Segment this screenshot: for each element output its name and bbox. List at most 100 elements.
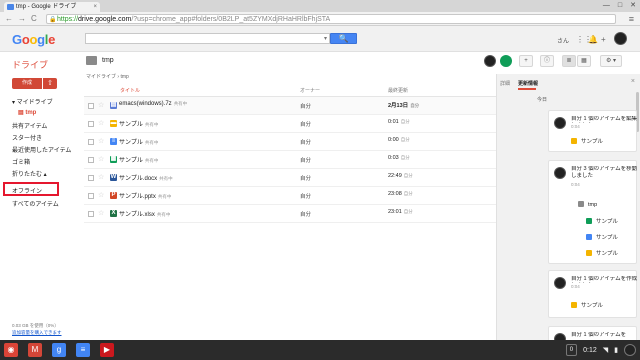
file-name-text[interactable]: サンプル.xlsx (119, 212, 155, 218)
account-avatar[interactable] (624, 344, 636, 356)
activity-item[interactable]: サンプル (571, 137, 603, 145)
activity-folder[interactable]: tmp (578, 201, 597, 208)
file-name[interactable]: emacs(windows).7z 共有中 (119, 101, 187, 107)
user-name[interactable]: さん (557, 36, 569, 45)
back-icon[interactable]: ← (5, 14, 13, 24)
file-name[interactable]: サンプル.xlsx 共有中 (119, 209, 170, 218)
reload-icon[interactable]: C (31, 14, 37, 24)
star-icon[interactable]: ☆ (98, 209, 104, 217)
youtube-app-icon[interactable]: ▶ (100, 343, 114, 357)
current-folder-name[interactable]: tmp (102, 57, 114, 64)
browser-menu-icon[interactable]: ≡ (629, 14, 634, 24)
file-name[interactable]: サンプル.docx 共有中 (119, 173, 173, 182)
star-icon[interactable]: ☆ (98, 173, 104, 181)
column-header-modified[interactable]: 最終更新 (388, 87, 408, 94)
star-icon[interactable]: ☆ (98, 191, 104, 199)
browser-tab[interactable]: tmp - Google ドライブ × (4, 2, 100, 12)
share-button[interactable]: + (519, 55, 533, 67)
sidebar-item-offline[interactable]: オフライン (12, 186, 42, 195)
chrome-app-icon[interactable]: ◉ (4, 343, 18, 357)
list-view-button[interactable]: ≣ (562, 55, 576, 67)
sidebar-item-tmp[interactable]: ▤ tmp (18, 109, 36, 116)
grid-view-button[interactable]: ▦ (577, 55, 591, 67)
tab-details[interactable]: 詳細 (500, 80, 510, 87)
search-options-icon[interactable]: ▾ (324, 35, 327, 42)
table-row[interactable]: ☆ P サンプル.pptx 共有中 自分 23:08 自分 (84, 187, 496, 205)
activity-item[interactable]: サンプル (586, 249, 618, 257)
activity-card[interactable]: 自分 1 個のアイテムを編集しました 0:04 サンプル (548, 110, 637, 152)
star-icon[interactable]: ☆ (98, 137, 104, 145)
file-name-text[interactable]: emacs(windows).7z (119, 101, 172, 107)
activity-item[interactable]: サンプル (586, 233, 618, 241)
sidebar-item-my-drive[interactable]: ▾ マイドライブ (12, 97, 53, 106)
file-name-text[interactable]: サンプル (119, 122, 143, 128)
account-avatar[interactable] (614, 32, 627, 45)
buy-storage-link[interactable]: 追加容量を購入できます (12, 330, 62, 336)
file-name-text[interactable]: サンプル.docx (119, 176, 157, 182)
sidebar-item-trash[interactable]: ゴミ箱 (12, 157, 30, 166)
table-row[interactable]: ☆ ▦ サンプル 共有中 自分 0:03 自分 (84, 151, 496, 169)
table-row[interactable]: ☆ X サンプル.xlsx 共有中 自分 23:01 自分 (84, 205, 496, 223)
row-checkbox[interactable] (88, 139, 94, 145)
system-tray[interactable]: 0 0:12 ◥ ▮ (565, 343, 636, 357)
table-row[interactable]: ☆ ≡ サンプル 共有中 自分 0:00 自分 (84, 133, 496, 151)
share-plus-icon[interactable]: + (601, 35, 606, 44)
row-checkbox[interactable] (88, 157, 94, 163)
info-button[interactable]: ⓘ (540, 55, 554, 67)
modified-by: 自分 (403, 209, 413, 214)
drive-search-input[interactable]: ▾ (85, 33, 330, 44)
table-row[interactable]: ☆ W サンプル.docx 共有中 自分 22:49 自分 (84, 169, 496, 187)
star-icon[interactable]: ☆ (98, 101, 104, 109)
activity-item[interactable]: サンプル (571, 301, 603, 309)
tab-activity[interactable]: 更新情報 (518, 80, 538, 87)
row-checkbox[interactable] (88, 175, 94, 181)
minimize-icon[interactable]: — (603, 0, 610, 12)
row-checkbox[interactable] (88, 211, 94, 217)
activity-card[interactable]: 自分 1 個のアイテムを作成しました 0:04 サンプル (548, 270, 637, 318)
star-icon[interactable]: ☆ (98, 155, 104, 163)
file-name-text[interactable]: サンプル (119, 158, 143, 164)
file-name[interactable]: サンプル 共有中 (119, 137, 158, 146)
window-close-icon[interactable]: ✕ (630, 0, 636, 12)
activity-card[interactable]: 自分 3 個のアイテムを移動しました 0:04 tmp サンプル サンプル サン… (548, 160, 637, 264)
upload-icon[interactable]: ⇧ (43, 78, 57, 89)
sidebar-item-collapse[interactable]: 折りたたむ ▴ (12, 169, 47, 178)
google-logo[interactable]: Google (12, 32, 55, 47)
sidebar-item-starred[interactable]: スター付き (12, 133, 42, 142)
column-header-owner[interactable]: オーナー (300, 87, 320, 94)
docs-app-icon[interactable]: ≡ (76, 343, 90, 357)
sidebar-item-recent[interactable]: 最近使用したアイテム (12, 145, 71, 154)
activity-item[interactable]: サンプル (586, 217, 618, 225)
file-name[interactable]: サンプル.pptx 共有中 (119, 191, 171, 200)
search-app-icon[interactable]: g (52, 343, 66, 357)
collaborator-avatar[interactable] (484, 55, 496, 67)
file-name[interactable]: サンプル 共有中 (119, 119, 158, 128)
row-checkbox[interactable] (88, 103, 94, 109)
panel-close-icon[interactable]: × (631, 78, 635, 85)
breadcrumb[interactable]: マイドライブ › tmp (86, 73, 129, 80)
file-name[interactable]: サンプル 共有中 (119, 155, 158, 164)
row-checkbox[interactable] (88, 193, 94, 199)
forward-icon[interactable]: → (18, 14, 26, 24)
file-name-text[interactable]: サンプル.pptx (119, 194, 156, 200)
file-name-text[interactable]: サンプル (119, 140, 143, 146)
create-button[interactable]: 作成 (12, 78, 42, 89)
column-header-title[interactable]: タイトル (120, 87, 140, 94)
maximize-icon[interactable]: □ (618, 0, 622, 12)
drive-title[interactable]: ドライブ (12, 58, 48, 71)
table-row[interactable]: ☆ ▬ サンプル 共有中 自分 0:01 自分 (84, 115, 496, 133)
notifications-icon[interactable]: 🔔 (588, 35, 598, 44)
row-checkbox[interactable] (88, 121, 94, 127)
sidebar-item-shared[interactable]: 共有アイテム (12, 121, 47, 130)
table-row[interactable]: ☆ ▤ emacs(windows).7z 共有中 自分 2月13日 自分 (84, 97, 496, 115)
search-button[interactable]: 🔍 (330, 33, 357, 44)
gmail-app-icon[interactable]: M (28, 343, 42, 357)
url-input[interactable]: 🔒 https://drive.google.com/?usp=chrome_a… (46, 14, 616, 24)
settings-button[interactable]: ⚙ ▾ (600, 55, 622, 67)
notification-badge[interactable]: 0 (565, 344, 578, 356)
tab-close-icon[interactable]: × (93, 2, 97, 12)
clock[interactable]: 0:12 (583, 347, 597, 354)
star-icon[interactable]: ☆ (98, 119, 104, 127)
sidebar-item-all-items[interactable]: すべてのアイテム (12, 199, 59, 208)
shared-link-icon[interactable] (500, 55, 512, 67)
